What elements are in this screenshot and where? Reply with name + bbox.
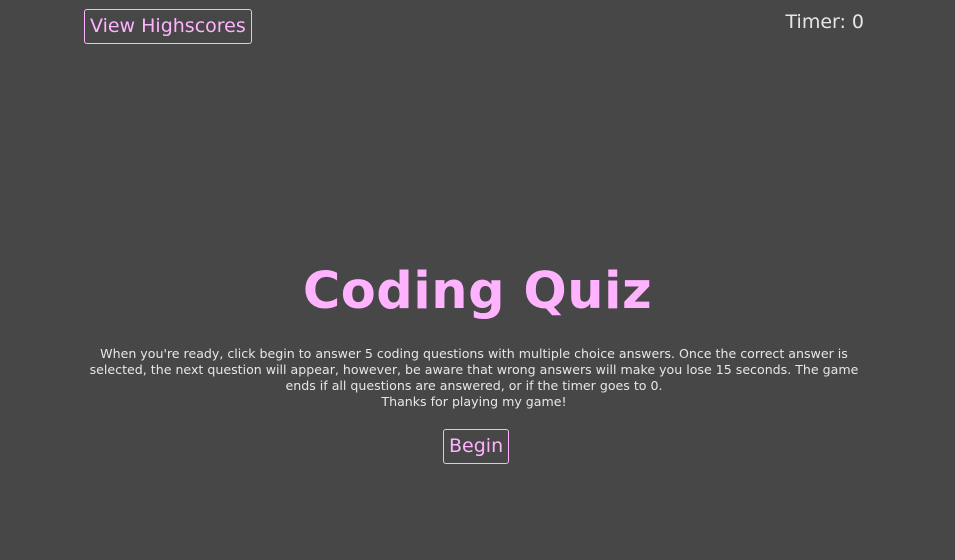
view-highscores-button[interactable]: View Highscores (84, 9, 252, 44)
begin-button[interactable]: Begin (443, 429, 510, 464)
timer-value: 0 (851, 11, 864, 33)
instructions: When you're ready, click begin to answer… (73, 346, 875, 410)
instructions-text: When you're ready, click begin to answer… (89, 346, 859, 393)
timer-label: Timer: (785, 11, 846, 33)
timer: Timer: 0 (786, 10, 864, 34)
thanks-text: Thanks for playing my game! (381, 394, 567, 409)
quiz-page: View Highscores Timer: 0 Coding Quiz When… (0, 0, 955, 560)
page-title: Coding Quiz (302, 262, 653, 321)
